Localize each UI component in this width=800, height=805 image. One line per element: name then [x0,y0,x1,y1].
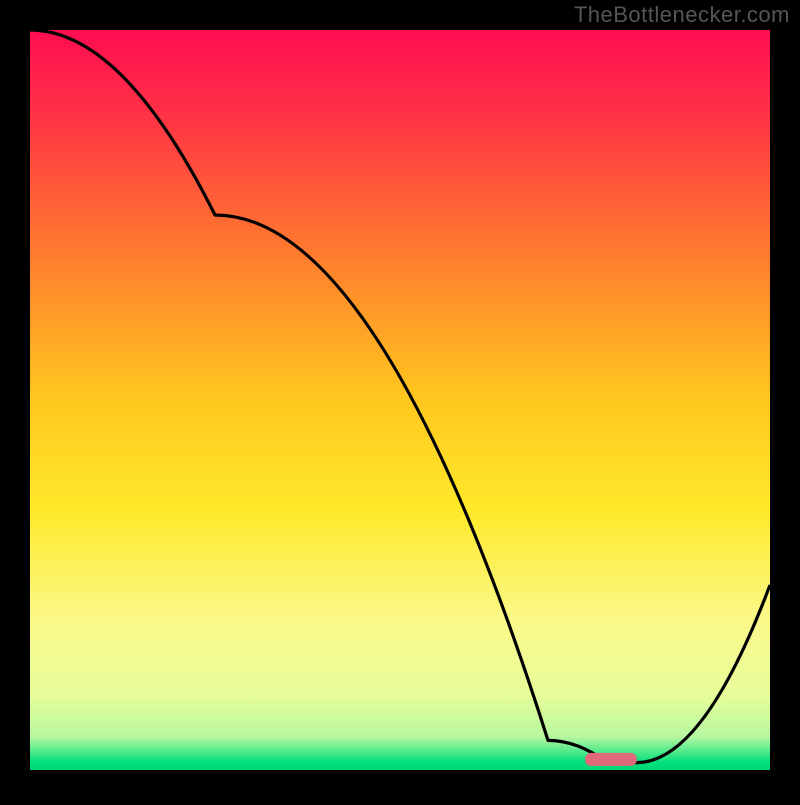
attribution-text: TheBottlenecker.com [574,2,790,28]
plot-background [30,30,770,770]
optimal-marker [585,753,637,766]
bottleneck-chart [0,0,800,800]
chart-frame: TheBottlenecker.com [0,0,800,800]
